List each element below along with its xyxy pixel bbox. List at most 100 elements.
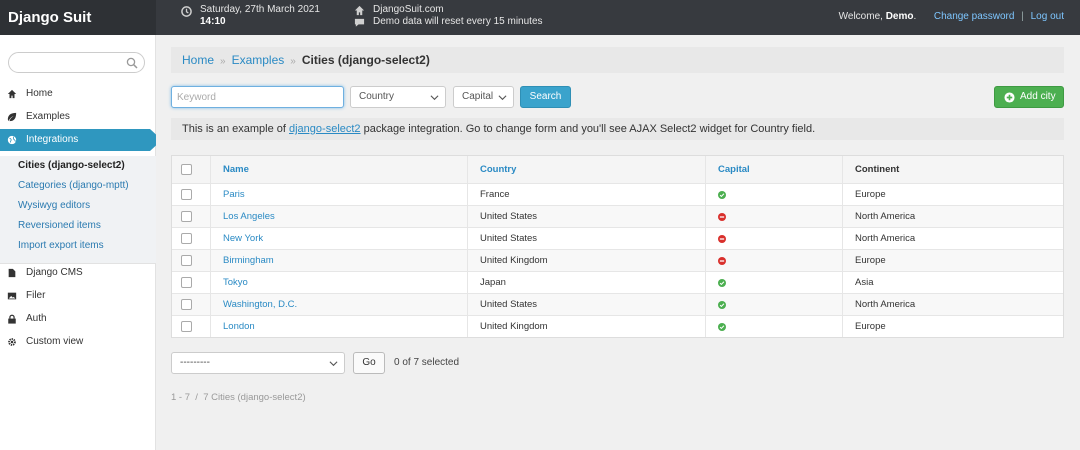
submenu-item-wysiwyg[interactable]: Wysiwyg editors bbox=[0, 196, 156, 216]
city-capital-status bbox=[705, 184, 842, 205]
sidebar-item-custom-view[interactable]: Custom view bbox=[0, 331, 156, 353]
sidebar-item-label: Custom view bbox=[26, 336, 84, 347]
column-header-country[interactable]: Country bbox=[467, 156, 705, 183]
plus-circle-icon bbox=[1004, 92, 1015, 103]
city-continent: North America bbox=[842, 206, 1065, 227]
row-checkbox[interactable] bbox=[181, 211, 192, 222]
submenu-item-categories[interactable]: Categories (django-mptt) bbox=[0, 176, 156, 196]
main-content: Home » Examples » Cities (django-select2) Co… bbox=[156, 35, 1080, 450]
city-continent: Europe bbox=[842, 250, 1065, 271]
capital-filter-select[interactable]: Capital bbox=[453, 86, 514, 108]
table-row: Washington, D.C. United States North Ameri… bbox=[172, 293, 1063, 315]
welcome-suffix: . bbox=[913, 11, 917, 22]
minus-circle-icon bbox=[718, 213, 726, 221]
select-all-checkbox[interactable] bbox=[181, 164, 192, 175]
breadcrumb-separator: » bbox=[220, 56, 226, 67]
capital-filter-value: Capital bbox=[462, 91, 494, 102]
city-country: United States bbox=[467, 228, 705, 249]
check-circle-icon bbox=[718, 301, 726, 309]
city-name-link[interactable]: Birmingham bbox=[223, 255, 274, 266]
city-continent: North America bbox=[842, 294, 1065, 315]
keyword-input[interactable] bbox=[171, 86, 344, 108]
search-button[interactable]: Search bbox=[520, 86, 571, 108]
city-name-link[interactable]: Los Angeles bbox=[223, 211, 275, 222]
submenu-item-cities[interactable]: Cities (django-select2) bbox=[0, 156, 156, 176]
city-capital-status bbox=[705, 316, 842, 337]
check-circle-icon bbox=[718, 279, 726, 287]
user-tools: Welcome, Demo. Change password | Log out bbox=[839, 11, 1064, 22]
sidebar-search[interactable] bbox=[8, 52, 145, 73]
picture-icon bbox=[7, 292, 17, 300]
action-select[interactable]: --------- bbox=[171, 352, 345, 374]
chevron-down-icon bbox=[498, 95, 507, 101]
search-icon[interactable] bbox=[126, 57, 138, 69]
django-select2-link[interactable]: django-select2 bbox=[289, 123, 361, 135]
sidebar-item-django-cms[interactable]: Django CMS bbox=[0, 262, 156, 284]
column-header-name[interactable]: Name bbox=[210, 156, 467, 183]
country-filter-select[interactable]: Country bbox=[350, 86, 446, 108]
row-checkbox[interactable] bbox=[181, 277, 192, 288]
change-password-link[interactable]: Change password bbox=[934, 11, 1015, 22]
go-button[interactable]: Go bbox=[353, 352, 385, 374]
app-logo[interactable]: Django Suit bbox=[0, 0, 156, 35]
lock-icon bbox=[8, 314, 16, 324]
column-header-capital[interactable]: Capital bbox=[705, 156, 842, 183]
city-name-link[interactable]: New York bbox=[223, 233, 263, 244]
sidebar: Home Examples Integrations Cities (djang… bbox=[0, 35, 162, 450]
row-checkbox[interactable] bbox=[181, 233, 192, 244]
city-continent: Europe bbox=[842, 316, 1065, 337]
city-name-link[interactable]: London bbox=[223, 321, 255, 332]
table-row: Birmingham United Kingdom Europe bbox=[172, 249, 1063, 271]
row-checkbox[interactable] bbox=[181, 299, 192, 310]
minus-circle-icon bbox=[718, 257, 726, 265]
breadcrumb-current: Cities (django-select2) bbox=[301, 53, 430, 67]
breadcrumb: Home » Examples » Cities (django-select2) bbox=[171, 47, 1064, 73]
table-row: New York United States North America bbox=[172, 227, 1063, 249]
site-link[interactable]: DjangoSuit.com bbox=[373, 4, 444, 15]
header-time: 14:10 bbox=[200, 16, 226, 27]
sidebar-item-auth[interactable]: Auth bbox=[0, 308, 156, 330]
sidebar-item-filer[interactable]: Filer bbox=[0, 285, 156, 307]
city-continent: Europe bbox=[842, 184, 1065, 205]
comment-icon bbox=[354, 18, 365, 27]
results-table: Name Country Capital Continent Paris Fran… bbox=[171, 155, 1064, 338]
submenu-item-reversioned[interactable]: Reversioned items bbox=[0, 216, 156, 236]
header-site-info: DjangoSuit.com Demo data will reset every… bbox=[354, 4, 543, 28]
breadcrumb-separator: » bbox=[290, 56, 296, 67]
demo-notice: Demo data will reset every 15 minutes bbox=[373, 16, 543, 27]
sidebar-search-input[interactable] bbox=[17, 55, 127, 70]
welcome-prefix: Welcome, bbox=[838, 11, 886, 22]
sidebar-item-label: Django CMS bbox=[26, 267, 83, 278]
username: Demo bbox=[885, 11, 914, 22]
sidebar-item-integrations[interactable]: Integrations bbox=[0, 129, 162, 151]
row-checkbox[interactable] bbox=[181, 189, 192, 200]
home-icon bbox=[354, 5, 365, 16]
city-name-link[interactable]: Tokyo bbox=[223, 277, 248, 288]
breadcrumb-examples[interactable]: Examples bbox=[232, 53, 285, 67]
sidebar-item-home[interactable]: Home bbox=[0, 83, 156, 105]
country-filter-value: Country bbox=[359, 91, 395, 102]
top-header: Django Suit Saturday, 27th March 2021 14:… bbox=[0, 0, 1080, 35]
sidebar-item-label: Examples bbox=[26, 111, 70, 122]
integrations-submenu: Cities (django-select2) Categories (djan… bbox=[0, 156, 156, 264]
leaf-icon bbox=[7, 112, 17, 122]
city-capital-status bbox=[705, 250, 842, 271]
sidebar-item-examples[interactable]: Examples bbox=[0, 106, 156, 128]
clock-icon bbox=[181, 6, 192, 17]
city-name-link[interactable]: Washington, D.C. bbox=[223, 299, 297, 310]
logout-link[interactable]: Log out bbox=[1031, 11, 1064, 22]
row-checkbox[interactable] bbox=[181, 321, 192, 332]
submenu-item-import-export[interactable]: Import export items bbox=[0, 236, 156, 256]
city-continent: Asia bbox=[842, 272, 1065, 293]
gear-icon bbox=[8, 338, 16, 346]
sidebar-item-label: Auth bbox=[26, 313, 47, 324]
city-name-link[interactable]: Paris bbox=[223, 189, 245, 200]
breadcrumb-home[interactable]: Home bbox=[182, 53, 214, 67]
info-prefix: This is an example of bbox=[182, 123, 289, 135]
sidebar-item-label: Integrations bbox=[26, 134, 79, 145]
city-country: France bbox=[467, 184, 705, 205]
info-message: This is an example of django-select2 pac… bbox=[171, 118, 1064, 140]
city-country: Japan bbox=[467, 272, 705, 293]
row-checkbox[interactable] bbox=[181, 255, 192, 266]
add-city-button[interactable]: Add city bbox=[994, 86, 1064, 108]
